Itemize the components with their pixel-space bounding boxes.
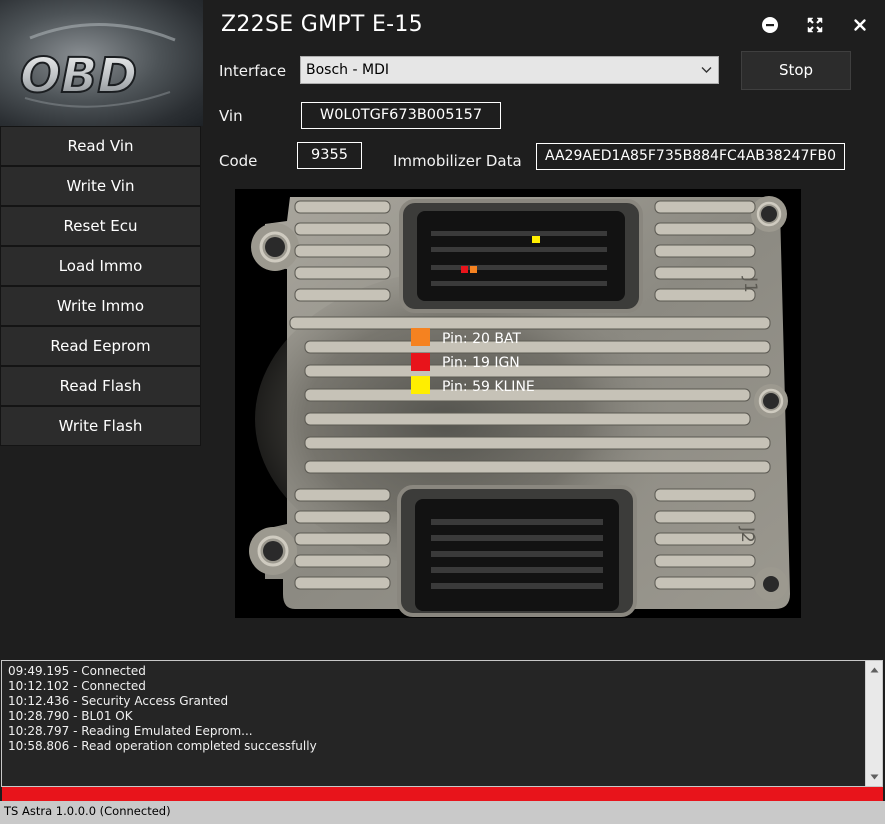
pin-kline-marker	[532, 236, 540, 243]
log-line: 10:12.436 - Security Access Granted	[8, 694, 229, 708]
read-eeprom-button[interactable]: Read Eeprom	[0, 326, 201, 366]
connector-j1-label: J1	[740, 276, 760, 293]
write-flash-button[interactable]: Write Flash	[0, 406, 201, 446]
legend-label-bat: Pin: 20 BAT	[442, 331, 521, 347]
expand-arrows-icon	[807, 17, 823, 33]
legend-swatch-ign	[411, 353, 430, 371]
legend-swatch-kline	[411, 376, 430, 394]
chevron-down-icon	[701, 67, 712, 73]
log-scrollbar[interactable]	[865, 661, 882, 786]
log-line: 10:28.790 - BL01 OK	[8, 709, 133, 723]
minimize-button[interactable]	[756, 12, 784, 38]
log-panel[interactable]: 09:49.195 - Connected 10:12.102 - Connec…	[1, 660, 883, 787]
app-window: OBD Read Vin Write Vin Reset Ecu Load Im…	[0, 0, 885, 824]
minimize-circle-icon	[762, 17, 778, 33]
pin-ign-marker	[461, 266, 468, 273]
window-title: Z22SE GMPT E-15	[221, 12, 423, 37]
write-vin-button[interactable]: Write Vin	[0, 166, 201, 206]
code-label: Code	[219, 152, 258, 170]
pin-bat-marker	[470, 266, 477, 273]
reset-ecu-button[interactable]: Reset Ecu	[0, 206, 201, 246]
scroll-down-icon[interactable]	[870, 774, 879, 780]
legend-swatch-bat	[411, 328, 430, 346]
interface-select[interactable]: Bosch - MDI	[300, 56, 719, 84]
immobilizer-data-label: Immobilizer Data	[393, 152, 522, 170]
log-line: 09:49.195 - Connected	[8, 664, 146, 678]
legend-label-ign: Pin: 19 IGN	[442, 355, 520, 371]
interface-label: Interface	[219, 62, 287, 80]
read-vin-button[interactable]: Read Vin	[0, 126, 201, 166]
close-button[interactable]	[846, 12, 874, 38]
maximize-button[interactable]	[801, 12, 829, 38]
load-immo-button[interactable]: Load Immo	[0, 246, 201, 286]
close-x-icon	[854, 19, 866, 31]
vin-label: Vin	[219, 107, 243, 125]
code-field[interactable]: 9355	[297, 142, 362, 169]
connector-j2-label: J2	[737, 526, 757, 543]
progress-fill	[2, 787, 883, 801]
log-line: 10:28.797 - Reading Emulated Eeprom...	[8, 724, 253, 738]
svg-text:OBD: OBD	[20, 48, 137, 104]
interface-selected-value: Bosch - MDI	[306, 62, 389, 78]
log-line: 10:58.806 - Read operation completed suc…	[8, 739, 317, 753]
write-immo-button[interactable]: Write Immo	[0, 286, 201, 326]
log-lines: 09:49.195 - Connected 10:12.102 - Connec…	[8, 664, 317, 754]
sidebar: Read Vin Write Vin Reset Ecu Load Immo W…	[0, 126, 201, 446]
progress-bar	[2, 787, 883, 801]
ecu-image: J1 J2 Pin: 20 BAT Pin: 19 IGN Pin: 59 KL…	[235, 189, 801, 618]
stop-button[interactable]: Stop	[741, 51, 851, 90]
obd-logo: OBD	[0, 0, 203, 126]
legend-label-kline: Pin: 59 KLINE	[442, 379, 535, 395]
status-bar: TS Astra 1.0.0.0 (Connected)	[0, 801, 885, 824]
vin-field[interactable]: W0L0TGF673B005157	[301, 102, 501, 129]
scroll-up-icon[interactable]	[870, 667, 879, 673]
log-line: 10:12.102 - Connected	[8, 679, 146, 693]
immobilizer-data-field[interactable]: AA29AED1A85F735B884FC4AB38247FB0	[536, 143, 845, 170]
read-flash-button[interactable]: Read Flash	[0, 366, 201, 406]
